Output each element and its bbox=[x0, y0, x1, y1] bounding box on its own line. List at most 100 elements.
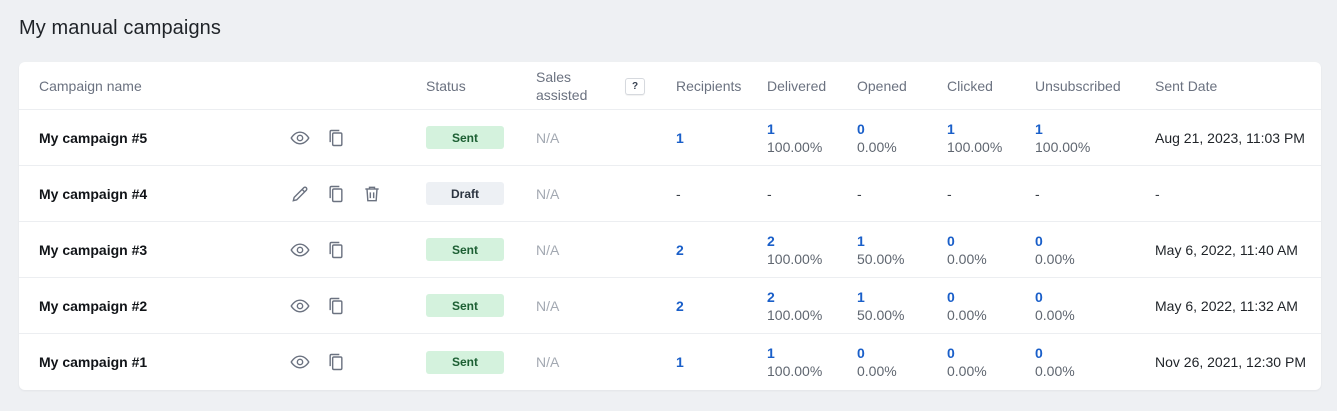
eye-icon bbox=[290, 128, 310, 148]
clicked-value: - bbox=[947, 185, 952, 202]
header-opened[interactable]: Opened bbox=[857, 62, 907, 109]
clicked-cell: 1 100.00% bbox=[947, 110, 1002, 165]
header-sent-date[interactable]: Sent Date bbox=[1155, 62, 1217, 109]
eye-icon bbox=[290, 296, 310, 316]
eye-icon bbox=[290, 240, 310, 260]
campaign-name[interactable]: My campaign #4 bbox=[39, 166, 147, 221]
delivered-count-link[interactable]: 2 bbox=[767, 288, 822, 306]
clicked-count-link[interactable]: 0 bbox=[947, 232, 987, 250]
clicked-count-link[interactable]: 0 bbox=[947, 344, 987, 362]
recipients-link[interactable]: 2 bbox=[676, 297, 684, 315]
header-sales-assisted[interactable]: Sales assisted bbox=[536, 62, 600, 109]
clicked-percent: 0.00% bbox=[947, 306, 987, 323]
page-title: My manual campaigns bbox=[19, 17, 221, 39]
pencil-button[interactable] bbox=[290, 182, 326, 206]
status-badge: Draft bbox=[426, 182, 504, 205]
unsubscribed-count-link[interactable]: 0 bbox=[1035, 232, 1075, 250]
eye-button[interactable] bbox=[290, 294, 326, 318]
eye-icon bbox=[290, 352, 310, 372]
unsubscribed-percent: 100.00% bbox=[1035, 138, 1091, 155]
delivered-percent: 100.00% bbox=[767, 363, 823, 379]
campaign-name[interactable]: My campaign #3 bbox=[39, 222, 147, 277]
copy-icon bbox=[326, 240, 346, 260]
status-cell: Sent bbox=[426, 334, 504, 390]
recipients-link[interactable]: 2 bbox=[676, 241, 684, 259]
delivered-percent: 100.00% bbox=[767, 138, 823, 155]
unsubscribed-percent: 0.00% bbox=[1035, 250, 1075, 267]
unsubscribed-cell: 0 0.00% bbox=[1035, 222, 1075, 277]
opened-value: - bbox=[857, 185, 862, 202]
eye-button[interactable] bbox=[290, 126, 326, 150]
campaign-name[interactable]: My campaign #5 bbox=[39, 110, 147, 165]
delivered-cell: 2 100.00% bbox=[767, 222, 822, 277]
delivered-value: - bbox=[767, 185, 772, 202]
pencil-icon bbox=[290, 184, 310, 204]
opened-count-link[interactable]: 1 bbox=[857, 288, 904, 306]
copy-button[interactable] bbox=[326, 126, 362, 150]
opened-count-link[interactable]: 1 bbox=[857, 232, 904, 250]
unsubscribed-value: - bbox=[1035, 185, 1040, 202]
eye-button[interactable] bbox=[290, 238, 326, 262]
clicked-percent: 0.00% bbox=[947, 363, 987, 379]
delivered-cell: 1 100.00% bbox=[767, 110, 822, 165]
eye-button[interactable] bbox=[290, 350, 326, 374]
delivered-count-link[interactable]: 2 bbox=[767, 232, 822, 250]
opened-cell: 0 0.00% bbox=[857, 334, 897, 390]
opened-percent: 0.00% bbox=[857, 138, 897, 155]
opened-count-link[interactable]: 0 bbox=[857, 344, 897, 362]
sales-assisted-help-icon[interactable]: ? bbox=[625, 78, 645, 95]
unsubscribed-cell: 0 0.00% bbox=[1035, 334, 1075, 390]
header-campaign-name[interactable]: Campaign name bbox=[39, 62, 142, 109]
unsubscribed-count-link[interactable]: 0 bbox=[1035, 344, 1075, 362]
clicked-percent: 0.00% bbox=[947, 250, 987, 267]
sent-date: May 6, 2022, 11:40 AM bbox=[1155, 241, 1298, 258]
delivered-cell: 1 100.00% bbox=[767, 334, 822, 390]
copy-button[interactable] bbox=[326, 294, 362, 318]
header-recipients[interactable]: Recipients bbox=[676, 62, 741, 109]
clicked-cell: 0 0.00% bbox=[947, 222, 987, 277]
recipients-cell: 2 bbox=[676, 222, 684, 277]
campaign-name[interactable]: My campaign #2 bbox=[39, 278, 147, 333]
status-badge: Sent bbox=[426, 350, 504, 374]
row-actions bbox=[290, 222, 362, 277]
copy-button[interactable] bbox=[326, 350, 362, 374]
trash-button[interactable] bbox=[362, 182, 398, 206]
copy-icon bbox=[326, 352, 346, 372]
recipients-link[interactable]: 1 bbox=[676, 129, 684, 147]
table-row: My campaign #2 Sent N/A 2 2 100.00% 1 50… bbox=[19, 278, 1321, 334]
recipients-cell: 1 bbox=[676, 110, 684, 165]
status-badge: Sent bbox=[426, 238, 504, 261]
clicked-count-link[interactable]: 0 bbox=[947, 288, 987, 306]
header-status[interactable]: Status bbox=[426, 62, 466, 109]
header-delivered[interactable]: Delivered bbox=[767, 62, 826, 109]
header-unsubscribed[interactable]: Unsubscribed bbox=[1035, 62, 1121, 109]
copy-icon bbox=[326, 128, 346, 148]
clicked-count-link[interactable]: 1 bbox=[947, 120, 1002, 138]
copy-button[interactable] bbox=[326, 238, 362, 262]
sales-assisted-value: N/A bbox=[536, 129, 560, 146]
unsubscribed-percent: 0.00% bbox=[1035, 306, 1075, 323]
table-header: Campaign name Status Sales assisted ? Re… bbox=[19, 62, 1321, 110]
sales-assisted-value: N/A bbox=[536, 297, 560, 314]
status-badge: Sent bbox=[426, 126, 504, 149]
unsubscribed-count-link[interactable]: 0 bbox=[1035, 288, 1075, 306]
copy-button[interactable] bbox=[326, 182, 362, 206]
table-row: My campaign #1 Sent N/A 1 1 100.00% 0 0.… bbox=[19, 334, 1321, 390]
delivered-percent: 100.00% bbox=[767, 250, 823, 267]
opened-cell: 1 50.00% bbox=[857, 222, 904, 277]
delivered-cell: 2 100.00% bbox=[767, 278, 822, 333]
sent-date: - bbox=[1155, 185, 1160, 202]
delivered-count-link[interactable]: 1 bbox=[767, 344, 822, 362]
campaign-name[interactable]: My campaign #1 bbox=[39, 334, 147, 390]
opened-count-link[interactable]: 0 bbox=[857, 120, 897, 138]
status-cell: Sent bbox=[426, 110, 504, 165]
table-row: My campaign #4 Draft N/A - - - - - - bbox=[19, 166, 1321, 222]
delivered-count-link[interactable]: 1 bbox=[767, 120, 822, 138]
delivered-percent: 100.00% bbox=[767, 306, 823, 323]
header-clicked[interactable]: Clicked bbox=[947, 62, 993, 109]
row-actions bbox=[290, 334, 362, 390]
sales-assisted-value: N/A bbox=[536, 354, 560, 370]
recipients-link[interactable]: 1 bbox=[676, 353, 684, 371]
unsubscribed-count-link[interactable]: 1 bbox=[1035, 120, 1090, 138]
opened-cell: 0 0.00% bbox=[857, 110, 897, 165]
